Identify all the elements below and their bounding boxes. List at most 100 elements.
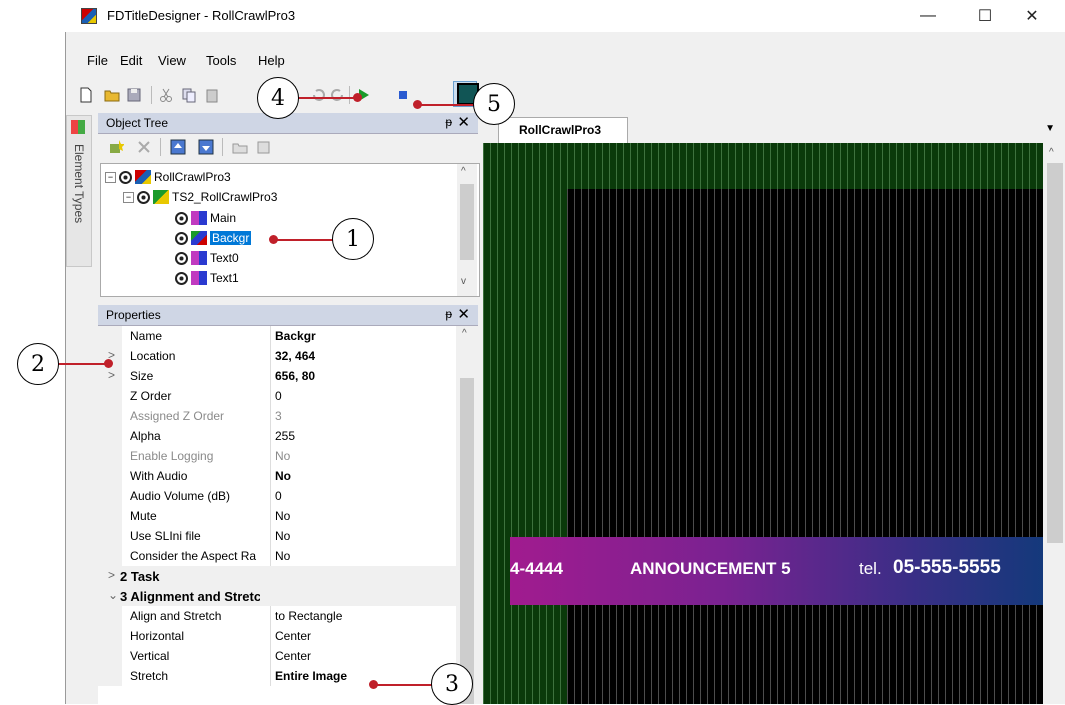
property-value[interactable]: 255 [275,429,295,443]
copy-icon[interactable] [181,87,197,103]
open-folder-icon[interactable] [232,139,248,155]
column-divider [270,506,271,526]
redo-icon[interactable] [329,87,345,103]
property-category[interactable]: ⌄ 3 Alignment and Stretch [98,586,458,606]
expand-icon[interactable]: > [108,368,115,382]
menu-file[interactable]: File [87,53,108,68]
column-divider [270,486,271,506]
property-row[interactable]: Use SLIni file No [98,526,458,546]
menu-view[interactable]: View [158,53,186,68]
close-icon[interactable]: ✕ [457,113,470,131]
property-value[interactable]: Backgr [275,329,316,343]
property-row[interactable]: Stretch Entire Image [98,666,458,686]
visibility-icon[interactable] [175,251,188,265]
column-divider [270,326,271,346]
visibility-icon[interactable] [175,231,188,245]
maximize-button[interactable]: ☐ [962,0,1008,32]
delete-icon[interactable] [136,139,152,155]
tree-node-text1[interactable]: Text1 [175,269,239,287]
property-value[interactable]: No [275,549,290,563]
crawl-line[interactable]: 4-4444 ANNOUNCEMENT 5 tel. 05-555-5555 [510,537,1043,605]
visibility-icon[interactable] [137,190,150,204]
menu-tools[interactable]: Tools [206,53,236,68]
collapse-icon[interactable]: − [123,191,134,203]
property-value[interactable]: 32, 464 [275,349,315,363]
property-value[interactable]: 0 [275,489,282,503]
add-element-icon[interactable] [108,139,124,155]
scroll-thumb[interactable] [460,184,474,260]
property-value[interactable]: 3 [275,409,282,423]
save-element-icon[interactable] [256,139,272,155]
property-value[interactable]: No [275,529,290,543]
property-category[interactable]: >2 Task [98,566,458,586]
paste-icon[interactable] [205,87,221,103]
menu-help[interactable]: Help [258,53,285,68]
property-value[interactable]: Entire Image [275,669,347,683]
property-value[interactable]: No [275,509,290,523]
tab-list-dropdown-icon[interactable]: ▼ [1045,123,1055,134]
stop-icon[interactable] [395,87,411,103]
minimize-button[interactable]: — [905,0,951,32]
pin-icon[interactable]: ᵽ [445,307,452,321]
property-value[interactable]: No [275,469,291,483]
property-value[interactable]: to Rectangle [275,609,342,623]
property-row[interactable]: Horizontal Center [98,626,458,646]
tree-node-main[interactable]: Main [175,209,236,227]
pin-icon[interactable]: ᵽ [445,115,452,129]
expand-icon[interactable]: > [108,568,115,582]
undo-icon[interactable] [311,87,327,103]
visibility-icon[interactable] [119,170,132,184]
tree-node-scene[interactable]: − TS2_RollCrawlPro3 [123,188,277,206]
property-row[interactable]: Mute No [98,506,458,526]
move-up-icon[interactable] [170,139,186,155]
visibility-icon[interactable] [175,211,188,225]
property-row[interactable]: Align and Stretch to Rectangle [98,606,458,626]
property-row[interactable]: Audio Volume (dB) 0 [98,486,458,506]
property-row[interactable]: With Audio No [98,466,458,486]
tree-node-text0[interactable]: Text0 [175,249,239,267]
collapse-icon[interactable]: − [105,171,116,183]
scroll-thumb[interactable] [460,378,474,704]
property-row[interactable]: > Size 656, 80 [98,366,458,386]
save-icon[interactable] [126,87,142,103]
property-row[interactable]: Enable Logging No [98,446,458,466]
open-icon[interactable] [104,87,120,103]
toolbar-separator [160,138,161,156]
expand-icon[interactable]: ⌄ [108,588,118,602]
scroll-up-icon[interactable]: ^ [1049,147,1054,158]
scroll-thumb[interactable] [1047,163,1063,543]
property-row[interactable]: Consider the Aspect Ra No [98,546,458,566]
tree-node-root[interactable]: − RollCrawlPro3 [105,168,231,186]
property-value[interactable]: 0 [275,389,282,403]
property-row[interactable]: Name Backgr [98,326,458,346]
property-row[interactable]: Z Order 0 [98,386,458,406]
visibility-icon[interactable] [175,271,188,285]
callout-4: 4 [257,77,299,119]
tab-rollcrawlpro3[interactable]: RollCrawlPro3 [498,117,628,144]
background-element[interactable] [567,189,1043,704]
new-icon[interactable] [78,87,94,103]
tree-scrollbar[interactable]: ^ v [457,164,477,296]
callout-2: 2 [17,343,59,385]
property-value[interactable]: Center [275,649,311,663]
menu-edit[interactable]: Edit [120,53,142,68]
move-down-icon[interactable] [198,139,214,155]
close-icon[interactable]: ✕ [457,305,470,323]
close-button[interactable]: ✕ [1009,0,1055,32]
property-value[interactable]: Center [275,629,311,643]
scroll-up-icon[interactable]: ^ [462,328,467,339]
tree-node-backgr[interactable]: Backgr [175,229,252,247]
scroll-down-icon[interactable]: v [461,276,466,287]
canvas-scrollbar[interactable]: ^ [1043,143,1065,704]
cut-icon[interactable] [158,87,174,103]
property-row[interactable]: Assigned Z Order 3 [98,406,458,426]
properties-scrollbar[interactable]: ^ [456,326,478,704]
property-value[interactable]: 656, 80 [275,369,315,383]
property-row[interactable]: Vertical Center [98,646,458,666]
scroll-up-icon[interactable]: ^ [461,166,466,177]
property-value[interactable]: No [275,449,290,463]
property-row[interactable]: Alpha 255 [98,426,458,446]
design-canvas[interactable]: 4-4444 ANNOUNCEMENT 5 tel. 05-555-5555 [483,143,1043,704]
property-row[interactable]: > Location 32, 464 [98,346,458,366]
element-types-tab[interactable]: Element Types [66,115,92,267]
